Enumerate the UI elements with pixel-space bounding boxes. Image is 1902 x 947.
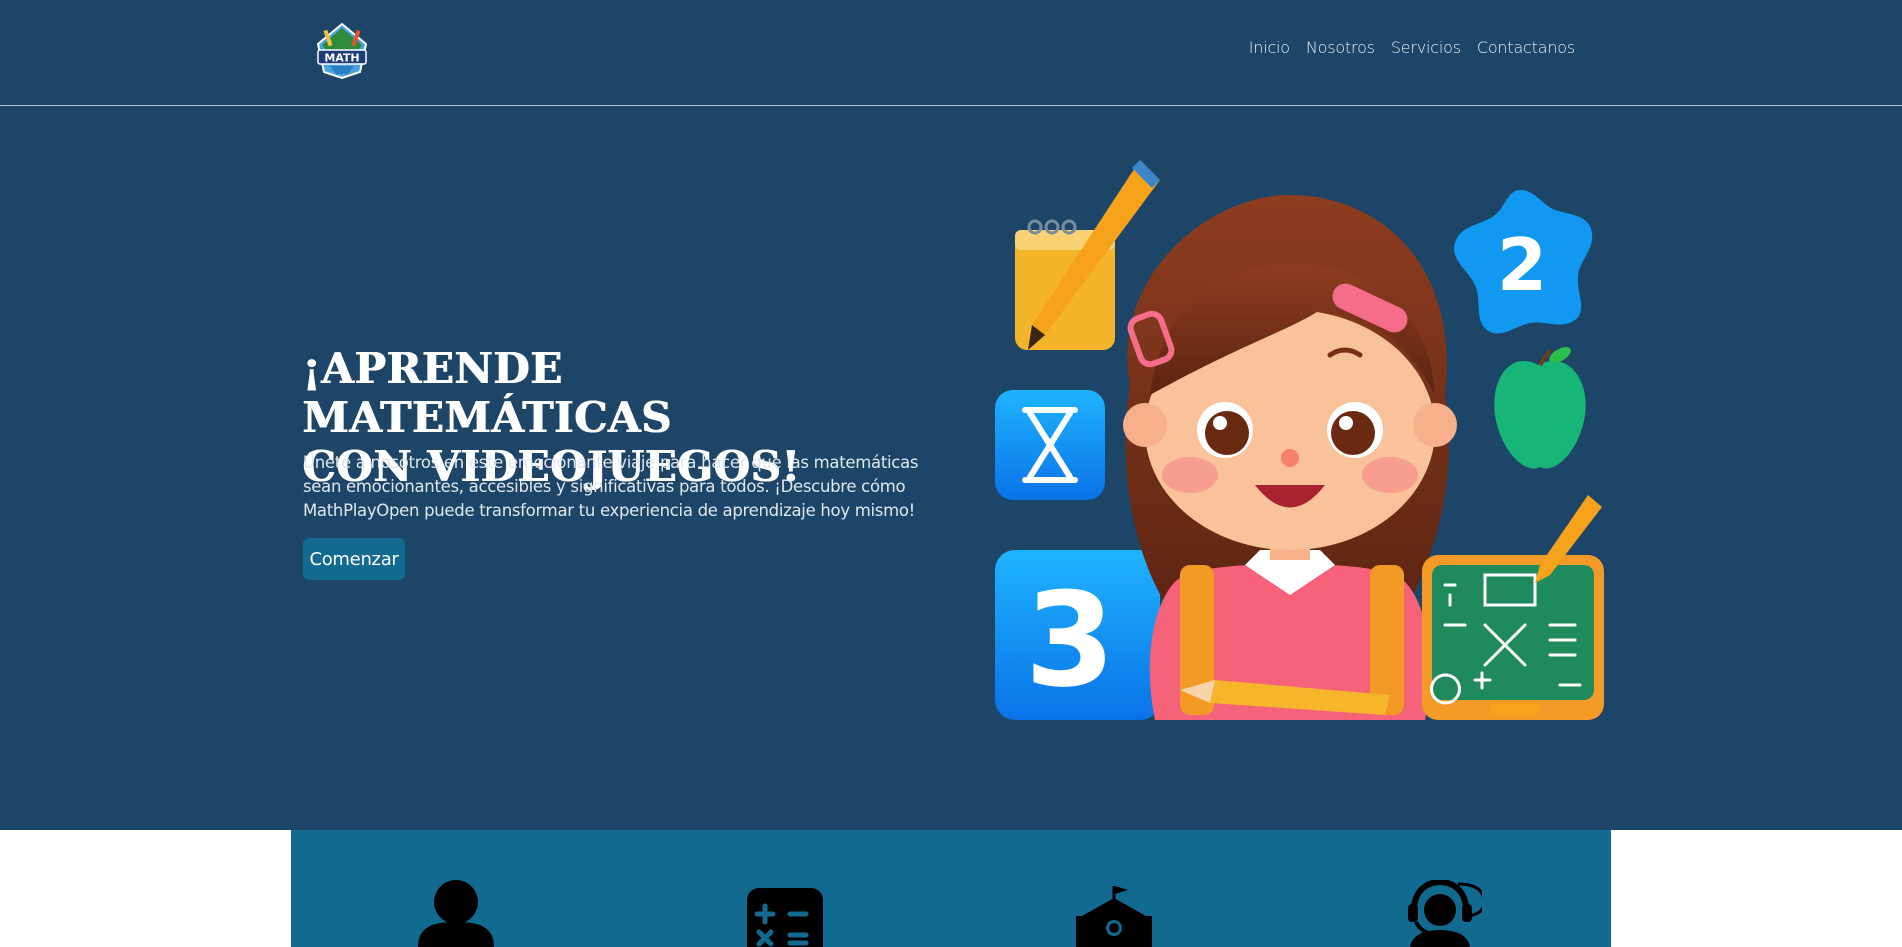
- svg-text:MATH: MATH: [324, 52, 359, 65]
- navbar: MATH Inicio Nosotros Servicios Contactan…: [0, 0, 1902, 106]
- comenzar-button[interactable]: Comenzar: [303, 538, 405, 580]
- svg-text:2: 2: [1497, 223, 1547, 307]
- chalkboard-icon: [1422, 495, 1604, 720]
- number-2-star-icon: 2: [1454, 190, 1593, 334]
- nav-link-inicio[interactable]: Inicio: [1249, 38, 1290, 57]
- hero-description: Únete a nosotros en este emocionante via…: [303, 453, 919, 520]
- svg-text:3: 3: [1025, 564, 1115, 716]
- calculator-icon: [747, 888, 823, 947]
- hourglass-icon: [995, 390, 1105, 500]
- person-icon: [418, 880, 494, 947]
- math-logo-icon[interactable]: MATH: [312, 22, 372, 80]
- nav-link-servicios[interactable]: Servicios: [1391, 38, 1461, 57]
- hero-section: MATH Inicio Nosotros Servicios Contactan…: [0, 0, 1902, 830]
- main-nav: Inicio Nosotros Servicios Contactanos: [1249, 38, 1575, 57]
- headline-line-1: ¡APRENDE MATEMÁTICAS: [302, 344, 672, 442]
- nav-link-nosotros[interactable]: Nosotros: [1306, 38, 1375, 57]
- girl-character: [1123, 195, 1457, 720]
- support-agent-icon: [1408, 880, 1482, 947]
- girl-math-illustration: 3 2: [995, 160, 1604, 720]
- number-3-tile-icon: 3: [995, 550, 1160, 720]
- school-icon: [1076, 886, 1152, 947]
- green-apple-icon: [1494, 347, 1586, 469]
- nav-link-contactanos[interactable]: Contactanos: [1477, 38, 1575, 57]
